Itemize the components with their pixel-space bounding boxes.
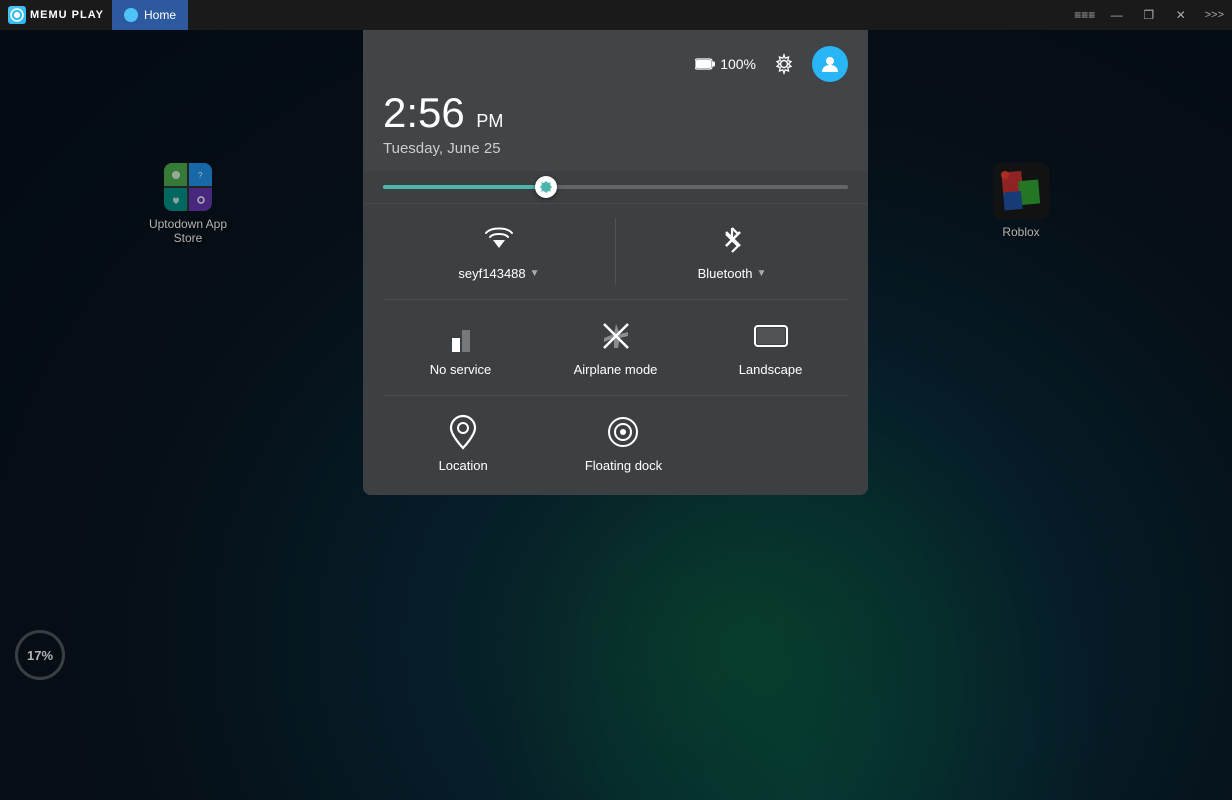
- minimize-button[interactable]: —: [1101, 0, 1133, 30]
- bluetooth-label: Bluetooth: [698, 266, 753, 281]
- location-icon: [445, 414, 481, 450]
- floating-dock-toggle[interactable]: Floating dock: [543, 406, 703, 481]
- wifi-dropdown-arrow: ▼: [530, 268, 540, 279]
- brightness-row: [363, 171, 868, 204]
- cellular-icon: [446, 320, 476, 352]
- date-display: Tuesday, June 25: [383, 140, 848, 157]
- quick-settings-panel: 100% 2:56 PM Tuesday, June 25: [363, 30, 868, 495]
- panel-header: 100% 2:56 PM Tuesday, June 25: [363, 30, 868, 171]
- landscape-icon: [753, 318, 789, 354]
- two-toggle-row: Location Floating dock: [383, 406, 848, 485]
- airplane-mode-label: Airplane mode: [574, 362, 658, 377]
- location-toggle[interactable]: Location: [383, 406, 543, 481]
- location-label: Location: [439, 458, 488, 473]
- wifi-signal-icon: [483, 226, 515, 254]
- brightness-fill: [383, 185, 546, 189]
- battery-percent-label: 100%: [720, 56, 756, 72]
- location-pin-icon: [449, 414, 477, 450]
- floating-dock-btn-icon: [607, 416, 639, 448]
- bluetooth-toggle[interactable]: Bluetooth ▼: [616, 214, 848, 289]
- empty-slot: [704, 406, 848, 481]
- tab-label: Home: [144, 8, 176, 22]
- close-button[interactable]: ✕: [1165, 0, 1197, 30]
- no-service-toggle[interactable]: No service: [383, 310, 538, 385]
- brightness-slider[interactable]: [383, 185, 848, 189]
- header-top-row: 100%: [383, 46, 848, 82]
- brightness-thumb[interactable]: [535, 176, 557, 198]
- three-toggle-row: No service Airplane mode: [383, 310, 848, 396]
- battery-info: 100%: [695, 56, 756, 72]
- titlebar: MEMU PLAY Home ≡≡≡ — ❐ ✕ >>>: [0, 0, 1232, 30]
- settings-gear-button[interactable]: [768, 48, 800, 80]
- floating-dock-icon: [605, 414, 641, 450]
- landscape-label: Landscape: [739, 362, 803, 377]
- titlebar-controls: ≡≡≡ — ❐ ✕ >>>: [1069, 0, 1232, 30]
- bluetooth-dropdown-arrow: ▼: [757, 268, 767, 279]
- time-display: 2:56 PM: [383, 92, 848, 134]
- airplane-mode-icon: [600, 320, 632, 352]
- wifi-label-row: seyf143488 ▼: [458, 266, 539, 281]
- time-value: 2:56: [383, 89, 465, 136]
- brightness-sun-icon: [539, 180, 553, 194]
- wifi-toggle[interactable]: seyf143488 ▼: [383, 214, 615, 289]
- bluetooth-signal-icon: [718, 224, 746, 256]
- wifi-label: seyf143488: [458, 266, 525, 281]
- settings-button[interactable]: ≡≡≡: [1069, 0, 1101, 30]
- wifi-bluetooth-row: seyf143488 ▼ Bluetooth: [383, 214, 848, 300]
- titlebar-logo: MEMU PLAY: [0, 6, 112, 24]
- memu-logo-icon: [8, 6, 26, 24]
- titlebar-tab[interactable]: Home: [112, 0, 188, 30]
- restore-button[interactable]: ❐: [1133, 0, 1165, 30]
- logo-text: MEMU PLAY: [30, 9, 104, 21]
- floating-dock-label: Floating dock: [585, 458, 662, 473]
- more-options[interactable]: >>>: [1197, 9, 1232, 21]
- screen-rotate-icon: [753, 322, 789, 350]
- toggles-section: seyf143488 ▼ Bluetooth: [363, 204, 868, 495]
- user-avatar-button[interactable]: [812, 46, 848, 82]
- no-service-icon: [443, 318, 479, 354]
- landscape-toggle[interactable]: Landscape: [693, 310, 848, 385]
- gear-icon: [773, 53, 795, 75]
- battery-icon: [695, 58, 715, 70]
- tab-favicon: [124, 8, 138, 22]
- ampm-value: PM: [476, 111, 503, 131]
- bluetooth-icon: [714, 222, 750, 258]
- avatar-icon: [818, 52, 842, 76]
- no-service-label: No service: [430, 362, 491, 377]
- airplane-mode-toggle[interactable]: Airplane mode: [538, 310, 693, 385]
- airplane-icon: [598, 318, 634, 354]
- bluetooth-label-row: Bluetooth ▼: [698, 266, 767, 281]
- wifi-icon: [481, 222, 517, 258]
